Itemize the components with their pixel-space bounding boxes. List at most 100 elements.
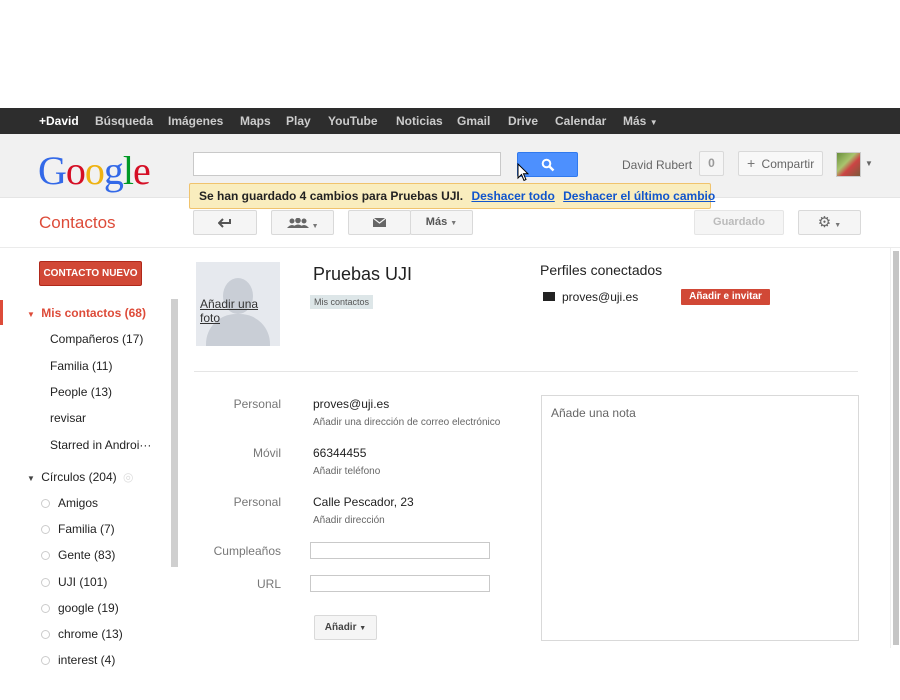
email-button[interactable] [348, 210, 411, 235]
sidebar-item-revisar[interactable]: revisar [50, 408, 86, 428]
user-name[interactable]: David Rubert [622, 158, 692, 172]
circle-icon [41, 578, 50, 588]
app-title[interactable]: Contactos [39, 213, 116, 233]
nav-calendar[interactable]: Calendar [555, 108, 606, 134]
nav-mas-label: Más [623, 114, 647, 128]
save-notice: Se han guardado 4 cambios para Pruebas U… [189, 183, 715, 209]
circles-icon: ◎ [122, 470, 134, 484]
back-button[interactable] [193, 210, 257, 235]
undo-all-link[interactable]: Deshacer todo [471, 189, 554, 203]
logo-letter: e [133, 148, 151, 193]
saved-button[interactable]: Guardado [694, 210, 784, 235]
nav-drive[interactable]: Drive [508, 108, 538, 134]
nav-mas[interactable]: Más ▼ [623, 108, 658, 134]
birthday-label: Cumpleaños [213, 544, 281, 558]
circle-icon [41, 656, 50, 666]
sidebar-item-people[interactable]: People (13) [50, 382, 112, 402]
add-photo-link[interactable]: Añadir una foto [200, 297, 280, 325]
circle-item-familia[interactable]: Familia (7) [41, 519, 115, 539]
avatar[interactable] [836, 152, 861, 177]
mail-icon [543, 292, 555, 301]
group-tag[interactable]: Mis contactos [310, 295, 374, 309]
chevron-down-icon[interactable]: ▼ [865, 159, 873, 168]
more-button[interactable]: Más ▼ [410, 210, 473, 235]
circle-item-gente[interactable]: Gente (83) [41, 545, 115, 565]
back-arrow-icon [217, 218, 231, 228]
circle-label: google (19) [58, 601, 119, 615]
sidebar-item-starred[interactable]: Starred in Androi··· [50, 435, 151, 455]
sidebar-item-circles[interactable]: ▼ Círculos (204) ◎ [27, 467, 133, 487]
address-value[interactable]: Calle Pescador, 23 [313, 495, 414, 509]
chevron-down-icon: ▼ [450, 220, 458, 227]
add-address-link[interactable]: Añadir dirección [313, 515, 385, 526]
profile-email: proves@uji.es [562, 290, 639, 304]
toolbar-divider [0, 247, 900, 248]
groups-button[interactable]: ▼ [271, 210, 334, 235]
search-input[interactable] [193, 152, 501, 176]
circle-item-chrome[interactable]: chrome (13) [41, 624, 123, 644]
add-and-invite-button[interactable]: Añadir e invitar [681, 289, 770, 305]
circle-label: Amigos [58, 496, 99, 510]
circle-label: interest (4) [58, 653, 116, 667]
add-email-link[interactable]: Añadir una dirección de correo electróni… [313, 417, 500, 428]
nav-imagenes[interactable]: Imágenes [168, 108, 223, 134]
chevron-down-icon: ▼ [834, 222, 842, 229]
undo-last-link[interactable]: Deshacer el último cambio [563, 189, 715, 203]
circle-label: Gente (83) [58, 548, 116, 562]
email-label: Personal [233, 397, 281, 411]
contact-name[interactable]: Pruebas UJI [313, 264, 412, 285]
sidebar-item-my-contacts[interactable]: ▼ Mis contactos (68) [27, 303, 146, 323]
nav-maps[interactable]: Maps [240, 108, 271, 134]
note-placeholder: Añade una nota [551, 406, 636, 420]
circle-label: Familia (7) [58, 522, 115, 536]
sidebar-item-familia[interactable]: Familia (11) [50, 356, 112, 376]
contact-photo[interactable]: Añadir una foto [196, 262, 280, 346]
nav-gmail[interactable]: Gmail [457, 108, 490, 134]
circle-item-amigos[interactable]: Amigos [41, 493, 98, 513]
email-value[interactable]: proves@uji.es [313, 397, 389, 411]
nav-play[interactable]: Play [286, 108, 311, 134]
triangle-down-icon: ▼ [27, 310, 35, 319]
settings-button[interactable]: ⚙ ▼ [798, 210, 861, 235]
nav-busqueda[interactable]: Búsqueda [95, 108, 153, 134]
phone-value[interactable]: 66344455 [313, 446, 366, 460]
gear-icon: ⚙ [817, 214, 832, 231]
nav-noticias[interactable]: Noticias [396, 108, 443, 134]
sidebar-item-companeros[interactable]: Compañeros (17) [50, 329, 143, 349]
address-label: Personal [233, 495, 281, 509]
birthday-field[interactable] [310, 542, 490, 559]
chevron-down-icon: ▼ [311, 223, 319, 230]
circle-item-google[interactable]: google (19) [41, 598, 119, 618]
search-icon [541, 158, 555, 172]
circle-item-interest[interactable]: interest (4) [41, 650, 115, 670]
circle-icon [41, 630, 50, 640]
notification-count[interactable]: 0 [699, 151, 724, 176]
share-label: Compartir [761, 157, 815, 171]
circle-icon [41, 525, 50, 535]
add-phone-link[interactable]: Añadir teléfono [313, 466, 380, 477]
main-scrollbar[interactable] [890, 248, 900, 648]
new-contact-button[interactable]: CONTACTO NUEVO [39, 261, 142, 286]
share-button[interactable]: + Compartir [738, 151, 823, 176]
chevron-down-icon: ▼ [359, 625, 367, 632]
logo-letter: G [38, 148, 67, 193]
nav-youtube[interactable]: YouTube [328, 108, 378, 134]
url-label: URL [256, 577, 281, 591]
circle-item-uji[interactable]: UJI (101) [41, 572, 107, 592]
phone-label: Móvil [252, 446, 281, 460]
google-logo[interactable]: Google [38, 147, 151, 194]
url-field[interactable] [310, 575, 490, 592]
note-textarea[interactable]: Añade una nota [541, 395, 859, 641]
scrollbar-thumb[interactable] [893, 251, 899, 645]
more-label: Más [425, 216, 448, 228]
circle-icon [41, 499, 50, 509]
logo-letter: o [84, 148, 105, 193]
section-divider [194, 371, 858, 372]
selection-indicator [0, 300, 3, 325]
add-field-button[interactable]: Añadir ▼ [314, 615, 377, 640]
sidebar-scrollbar[interactable] [171, 299, 178, 567]
sidebar-item-label: Mis contactos (68) [41, 306, 146, 320]
add-label: Añadir [324, 622, 357, 633]
circle-icon [41, 551, 50, 561]
nav-plus-david[interactable]: +David [39, 108, 79, 134]
